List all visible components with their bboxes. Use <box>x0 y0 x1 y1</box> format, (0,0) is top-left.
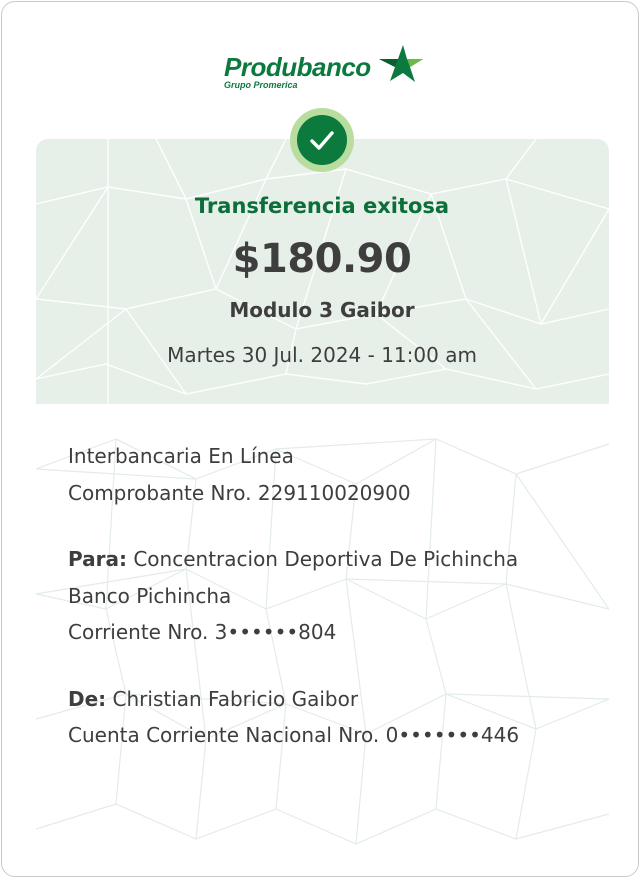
recipient-label: Para: <box>68 547 127 571</box>
transfer-details: Interbancaria En Línea Comprobante Nro. … <box>68 438 628 754</box>
logo-name: Produbanco <box>224 52 371 82</box>
check-icon <box>310 131 334 150</box>
transfer-amount: $180.90 <box>232 236 412 282</box>
transfer-datetime: Martes 30 Jul. 2024 - 11:00 am <box>167 343 477 367</box>
recipient-line: Para: Concentracion Deportiva De Pichinc… <box>68 541 628 578</box>
sender-account: Cuenta Corriente Nacional Nro. 0•••••••4… <box>68 723 520 747</box>
success-badge <box>290 108 354 172</box>
sender-line: De: Christian Fabricio Gaibor <box>68 681 628 718</box>
sender-name: Christian Fabricio Gaibor <box>112 686 359 711</box>
sender-label: De: <box>68 686 107 711</box>
check-circle <box>297 115 347 165</box>
transfer-receipt: Produbanco Grupo Promerica Transferencia… <box>1 1 639 877</box>
transfer-type: Interbancaria En Línea <box>68 444 294 468</box>
transfer-status: Transferencia exitosa <box>194 194 450 218</box>
recipient-name: Concentracion Deportiva De Pichincha <box>133 547 519 571</box>
beneficiary-name: Modulo 3 Gaibor <box>229 298 415 322</box>
recipient-account: Corriente Nro. 3••••••804 <box>68 620 337 644</box>
star-icon <box>379 45 423 82</box>
logo-subtitle: Grupo Promerica <box>224 80 298 90</box>
produbanco-logo: Produbanco Grupo Promerica <box>2 40 638 96</box>
recipient-bank: Banco Pichincha <box>68 583 232 608</box>
voucher-number: Comprobante Nro. 229110020900 <box>68 480 411 505</box>
